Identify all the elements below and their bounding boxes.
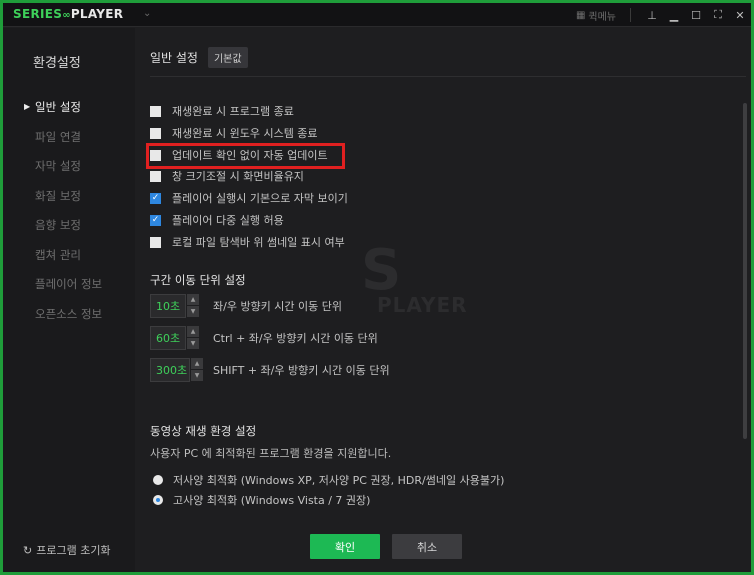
checkbox-checked[interactable]: ✓ xyxy=(150,192,161,204)
checkbox-shutdown-on-complete[interactable]: 재생완료 시 윈도우 시스템 종료 xyxy=(150,125,318,141)
sidebar-item-player-info[interactable]: 플레이어 정보 xyxy=(3,275,135,305)
sidebar-item-label: 화질 보정 xyxy=(35,188,81,203)
quick-menu-button[interactable]: ▦ 퀵메뉴 xyxy=(576,8,616,23)
radio-button[interactable] xyxy=(153,475,163,485)
maximize-icon[interactable]: ☐ xyxy=(685,5,707,25)
default-values-button[interactable]: 기본값 xyxy=(207,47,248,68)
stepper-up-icon[interactable]: ▲ xyxy=(187,294,199,305)
sidebar-item-label: 자막 설정 xyxy=(35,159,81,173)
sidebar-item-label: 파일 연결 xyxy=(35,129,81,144)
radio-button-selected[interactable] xyxy=(153,495,163,505)
reset-icon: ↻ xyxy=(23,543,33,557)
sidebar-item-capture[interactable]: 캡쳐 관리 xyxy=(3,246,135,276)
main-panel: S PLAYER 일반 설정 기본값 재생완료 시 프로그램 종료 재생완료 시… xyxy=(135,28,751,572)
stepper-down-icon[interactable]: ▼ xyxy=(187,306,199,317)
sidebar-item-label: 오픈소스 정보 xyxy=(35,306,103,321)
seek-row-shift: 300초 ▲ ▼ SHIFT + 좌/우 방향키 시간 이동 단위 xyxy=(150,358,390,382)
checkbox-auto-update[interactable]: 업데이트 확인 없이 자동 업데이트 xyxy=(150,147,328,163)
sidebar-item-label: 일반 설정 xyxy=(35,100,81,114)
sidebar-item-general[interactable]: ▶ 일반 설정 xyxy=(3,98,135,128)
checkbox-checked[interactable]: ✓ xyxy=(150,214,161,226)
stepper-up-icon[interactable]: ▲ xyxy=(191,358,203,369)
sidebar-item-label: 음향 보정 xyxy=(35,218,81,232)
seek-stepper-input[interactable]: 300초 xyxy=(150,358,190,382)
logo-link-icon: ∞ xyxy=(62,10,71,21)
sidebar-item-subtitle[interactable]: 자막 설정 xyxy=(3,157,135,187)
checkbox[interactable] xyxy=(150,127,161,139)
checkbox-show-subtitles[interactable]: ✓ 플레이어 실행시 기본으로 자막 보이기 xyxy=(150,190,348,206)
env-description: 사용자 PC 에 최적화된 프로그램 환경을 지원합니다. xyxy=(150,447,392,460)
radio-label: 고사양 최적화 (Windows Vista / 7 권장) xyxy=(173,494,371,507)
fullscreen-icon[interactable]: ⛶ xyxy=(707,5,729,25)
radio-high-spec[interactable]: 고사양 최적화 (Windows Vista / 7 권장) xyxy=(153,492,370,508)
app-logo: SERIES∞PLAYER xyxy=(13,7,123,21)
logo-series: SERIES xyxy=(13,7,63,21)
sidebar-title: 환경설정 xyxy=(33,56,81,71)
sidebar-nav: ▶ 일반 설정 파일 연결 자막 설정 화질 보정 음향 보정 캡쳐 관리 플레… xyxy=(3,98,135,334)
seek-stepper-input[interactable]: 10초 xyxy=(150,294,186,318)
section-header: 일반 설정 기본값 xyxy=(150,47,248,68)
checkbox[interactable] xyxy=(150,170,161,182)
checkbox-exit-on-complete[interactable]: 재생완료 시 프로그램 종료 xyxy=(150,103,294,119)
sidebar-item-video-correction[interactable]: 화질 보정 xyxy=(3,187,135,217)
checkbox[interactable] xyxy=(150,236,161,248)
settings-window: SERIES∞PLAYER ⌄ ▦ 퀵메뉴 ⊥ ▁ ☐ ⛶ ✕ 환경설정 ▶ 일… xyxy=(3,3,751,572)
minimize-icon[interactable]: ▁ xyxy=(663,5,685,25)
checkbox-label: 로컬 파일 탐색바 위 썸네일 표시 여부 xyxy=(172,236,345,249)
checkbox-multi-instance[interactable]: ✓ 플레이어 다중 실행 허용 xyxy=(150,212,284,228)
checkbox-label: 재생완료 시 프로그램 종료 xyxy=(172,105,294,118)
checkbox-thumbnail-seekbar[interactable]: 로컬 파일 탐색바 위 썸네일 표시 여부 xyxy=(150,234,345,250)
titlebar-separator xyxy=(630,8,631,22)
seek-row-ctrl: 60초 ▲ ▼ Ctrl + 좌/우 방향키 시간 이동 단위 xyxy=(150,326,378,350)
seek-label: SHIFT + 좌/우 방향키 시간 이동 단위 xyxy=(213,364,390,377)
stepper-down-icon[interactable]: ▼ xyxy=(187,338,199,349)
active-arrow-icon: ▶ xyxy=(24,102,31,111)
ok-button[interactable]: 확인 xyxy=(310,534,380,559)
header-divider xyxy=(150,76,746,77)
reset-program-button[interactable]: ↻ 프로그램 초기화 xyxy=(23,542,111,558)
sidebar: 환경설정 ▶ 일반 설정 파일 연결 자막 설정 화질 보정 음향 보정 캡쳐 … xyxy=(3,28,135,572)
cancel-button[interactable]: 취소 xyxy=(392,534,462,559)
close-icon[interactable]: ✕ xyxy=(729,5,751,25)
radio-low-spec[interactable]: 저사양 최적화 (Windows XP, 저사양 PC 권장, HDR/썸네일 … xyxy=(153,472,504,488)
title-bar: SERIES∞PLAYER ⌄ ▦ 퀵메뉴 ⊥ ▁ ☐ ⛶ ✕ xyxy=(3,3,751,27)
checkbox-label: 업데이트 확인 없이 자동 업데이트 xyxy=(172,149,328,162)
quick-menu-label: 퀵메뉴 xyxy=(588,11,616,23)
seek-section-title: 구간 이동 단위 설정 xyxy=(150,273,246,287)
seek-label: 좌/우 방향키 시간 이동 단위 xyxy=(213,300,343,313)
checkbox-keep-aspect-ratio[interactable]: 창 크기조절 시 화면비율유지 xyxy=(150,168,304,184)
env-section-title: 동영상 재생 환경 설정 xyxy=(150,424,257,438)
logo-dropdown-chevron-icon[interactable]: ⌄ xyxy=(143,8,151,19)
stepper-arrows: ▲ ▼ xyxy=(187,294,199,318)
radio-label: 저사양 최적화 (Windows XP, 저사양 PC 권장, HDR/썸네일 … xyxy=(173,474,505,487)
sidebar-item-opensource[interactable]: 오픈소스 정보 xyxy=(3,305,135,335)
checkbox[interactable] xyxy=(150,105,161,117)
seek-label: Ctrl + 좌/우 방향키 시간 이동 단위 xyxy=(213,332,378,345)
logo-player: PLAYER xyxy=(70,7,124,21)
grid-icon: ▦ xyxy=(575,9,586,21)
sidebar-item-file-association[interactable]: 파일 연결 xyxy=(3,128,135,158)
page-title: 일반 설정 xyxy=(150,51,198,65)
seek-row-arrow: 10초 ▲ ▼ 좌/우 방향키 시간 이동 단위 xyxy=(150,294,342,318)
dialog-footer: 확인 취소 xyxy=(135,526,751,572)
stepper-up-icon[interactable]: ▲ xyxy=(187,326,199,337)
checkbox-label: 재생완료 시 윈도우 시스템 종료 xyxy=(172,127,318,140)
seek-stepper-input[interactable]: 60초 xyxy=(150,326,186,350)
sidebar-item-label: 플레이어 정보 xyxy=(35,277,103,291)
checkbox-label: 창 크기조절 시 화면비율유지 xyxy=(172,170,304,183)
stepper-arrows: ▲ ▼ xyxy=(191,358,203,382)
reset-label: 프로그램 초기화 xyxy=(36,544,111,557)
watermark-letter: S xyxy=(361,238,402,303)
sidebar-item-audio-correction[interactable]: 음향 보정 xyxy=(3,216,135,246)
checkbox[interactable] xyxy=(150,149,161,161)
scrollbar[interactable] xyxy=(743,103,747,439)
sidebar-item-label: 캡쳐 관리 xyxy=(35,247,81,262)
checkbox-label: 플레이어 다중 실행 허용 xyxy=(172,214,284,227)
checkbox-label: 플레이어 실행시 기본으로 자막 보이기 xyxy=(172,192,348,205)
pin-icon[interactable]: ⊥ xyxy=(641,5,663,25)
stepper-arrows: ▲ ▼ xyxy=(187,326,199,350)
stepper-down-icon[interactable]: ▼ xyxy=(191,370,203,381)
watermark-text: PLAYER xyxy=(377,293,468,317)
